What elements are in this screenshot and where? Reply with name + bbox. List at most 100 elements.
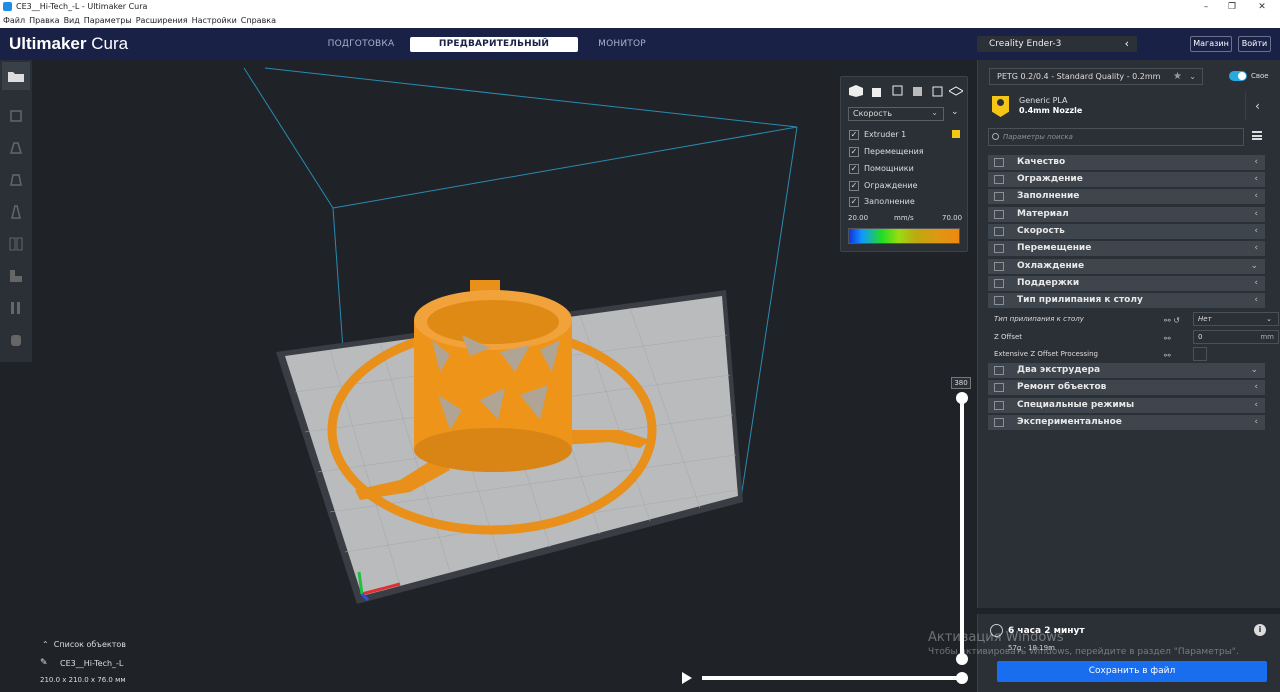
- menu-extensions[interactable]: Расширения: [136, 14, 188, 28]
- chevron-down-icon: ⌄: [1189, 72, 1196, 81]
- category-dual-extrusion[interactable]: Два экструдера ⌄: [988, 363, 1265, 378]
- print-settings-panel: PETG 0.2/0.4 - Standard Quality - 0.2mm …: [977, 60, 1280, 608]
- shell-checkbox[interactable]: ✓: [849, 181, 859, 191]
- 3d-viewport[interactable]: [0, 60, 976, 692]
- quality-icon: [994, 158, 1004, 167]
- translate-tool-button[interactable]: [4, 104, 28, 128]
- category-mesh-fixes[interactable]: Ремонт объектов ‹: [988, 380, 1265, 395]
- path-slider-track[interactable]: [702, 676, 962, 680]
- 3d-view-icon[interactable]: [849, 85, 863, 97]
- category-material[interactable]: Материал ‹: [988, 207, 1265, 222]
- chevron-up-icon: ⌃: [42, 640, 49, 649]
- category-adhesion[interactable]: Тип прилипания к столу ‹: [988, 293, 1265, 308]
- per-model-settings-button[interactable]: [4, 232, 28, 256]
- extensive-z-offset-checkbox[interactable]: [1193, 347, 1207, 361]
- settings-menu-icon[interactable]: [1252, 131, 1262, 140]
- layer-slider-track[interactable]: [960, 398, 964, 660]
- path-slider-handle[interactable]: [956, 672, 968, 684]
- front-view-icon[interactable]: [870, 85, 884, 97]
- menu-bar: Файл Правка Вид Параметры Расширения Нас…: [0, 14, 1280, 28]
- star-icon[interactable]: ★: [1173, 69, 1182, 84]
- tab-preview[interactable]: ПРЕДВАРИТЕЛЬНЫЙ ПРОСМОТР: [410, 37, 578, 64]
- tab-monitor[interactable]: МОНИТОР: [590, 37, 654, 52]
- right-view-icon[interactable]: [931, 85, 945, 97]
- category-shell[interactable]: Ограждение ‹: [988, 172, 1265, 187]
- printer-selector[interactable]: Creality Ender-3 ‹: [977, 36, 1137, 52]
- profile-selector[interactable]: PETG 0.2/0.4 - Standard Quality - 0.2mm …: [989, 68, 1203, 85]
- category-support[interactable]: Поддержки ‹: [988, 276, 1265, 291]
- layer-tool-button[interactable]: [4, 296, 28, 320]
- open-file-button[interactable]: [2, 62, 30, 90]
- collapse-button[interactable]: ‹: [1245, 92, 1269, 120]
- infill-label: Заполнение: [864, 197, 915, 206]
- rotate-tool-icon: [10, 174, 22, 186]
- legend-min: 20.00: [848, 214, 869, 222]
- menu-preferences[interactable]: Настройки: [192, 14, 237, 28]
- sign-in-button[interactable]: Войти: [1238, 36, 1271, 52]
- windows-activation-text: Чтобы активировать Windows, перейдите в …: [928, 647, 1239, 657]
- menu-file[interactable]: Файл: [3, 14, 25, 28]
- category-quality[interactable]: Качество ‹: [988, 155, 1265, 170]
- chevron-down-icon: ⌄: [931, 108, 938, 117]
- legend-max: 70.00: [942, 214, 963, 222]
- layer-slider-upper-handle[interactable]: [956, 392, 968, 404]
- left-view-icon[interactable]: [911, 85, 925, 97]
- top-view-icon[interactable]: [891, 85, 905, 97]
- extruder-material-box[interactable]: Generic PLA 0.4mm Nozzle: [988, 92, 1244, 120]
- cylinder-tool-button[interactable]: [4, 328, 28, 352]
- custom-mode-toggle[interactable]: [1229, 71, 1247, 81]
- adhesion-type-dropdown[interactable]: Нет ⌄: [1193, 312, 1279, 326]
- view-panel-collapse-icon[interactable]: ⌄: [951, 107, 959, 117]
- travels-checkbox[interactable]: ✓: [849, 147, 859, 157]
- object-name[interactable]: CE3__Hi-Tech_-L: [60, 659, 123, 668]
- menu-view[interactable]: Вид: [64, 14, 80, 28]
- category-speed[interactable]: Скорость ‹: [988, 224, 1265, 239]
- color-scheme-dropdown[interactable]: Скорость ⌄: [848, 107, 944, 121]
- object-list-toggle[interactable]: ⌃ Список объектов: [42, 640, 126, 649]
- category-cooling[interactable]: Охлаждение ⌄: [988, 259, 1265, 274]
- tab-prepare[interactable]: ПОДГОТОВКА: [320, 37, 402, 52]
- minimize-button[interactable]: –: [1194, 1, 1218, 13]
- info-icon[interactable]: i: [1254, 624, 1266, 636]
- z-offset-input[interactable]: 0 mm: [1193, 330, 1279, 344]
- rotate-tool-button[interactable]: [4, 168, 28, 192]
- nozzle-name: 0.4mm Nozzle: [1019, 106, 1083, 115]
- category-travel[interactable]: Перемещение ‹: [988, 241, 1265, 256]
- menu-edit[interactable]: Правка: [29, 14, 59, 28]
- scale-tool-icon: [9, 142, 23, 154]
- category-special-modes[interactable]: Специальные режимы ‹: [988, 398, 1265, 413]
- link-icon[interactable]: ⚯ ↺: [1164, 314, 1180, 328]
- marketplace-button[interactable]: Магазин: [1190, 36, 1232, 52]
- extruder-1-checkbox[interactable]: ✓: [849, 130, 859, 140]
- settings-search-input[interactable]: Параметры поиска: [988, 128, 1244, 146]
- helpers-checkbox[interactable]: ✓: [849, 164, 859, 174]
- menu-help[interactable]: Справка: [241, 14, 276, 28]
- cura-app-icon: [3, 2, 12, 11]
- maximize-button[interactable]: ❐: [1220, 1, 1244, 13]
- helpers-label: Помощники: [864, 164, 914, 173]
- scale-tool-button[interactable]: [4, 136, 28, 160]
- title-bar: CE3__Hi-Tech_-L - Ultimaker Cura – ❐ ✕: [0, 0, 1280, 14]
- layer-number-input[interactable]: 380: [951, 377, 971, 389]
- category-experimental[interactable]: Экспериментальное ‹: [988, 415, 1265, 430]
- view-options-panel: Скорость ⌄ ⌄ ✓ Extruder 1 ✓ Перемещения ✓…: [840, 76, 968, 252]
- move-tool-icon: [10, 110, 22, 122]
- view-type-icon[interactable]: [949, 85, 963, 97]
- model-cylinder-inner: [427, 300, 559, 344]
- material-name: Generic PLA: [1019, 96, 1068, 105]
- mirror-tool-button[interactable]: [4, 200, 28, 224]
- link-icon[interactable]: ⚯: [1164, 349, 1171, 363]
- link-icon[interactable]: ⚯: [1164, 332, 1171, 346]
- support-blocker-button[interactable]: [4, 264, 28, 288]
- close-button[interactable]: ✕: [1250, 1, 1274, 13]
- chevron-left-icon: ‹: [1124, 37, 1129, 50]
- pencil-icon[interactable]: ✎: [40, 658, 48, 668]
- play-simulation-button[interactable]: [682, 672, 692, 684]
- category-infill[interactable]: Заполнение ‹: [988, 189, 1265, 204]
- menu-settings[interactable]: Параметры: [84, 14, 132, 28]
- infill-checkbox[interactable]: ✓: [849, 197, 859, 207]
- special-modes-icon: [994, 401, 1004, 410]
- per-model-settings-icon: [9, 237, 23, 251]
- save-to-file-button[interactable]: Сохранить в файл: [997, 661, 1267, 682]
- layer-slider-lower-handle[interactable]: [956, 653, 968, 665]
